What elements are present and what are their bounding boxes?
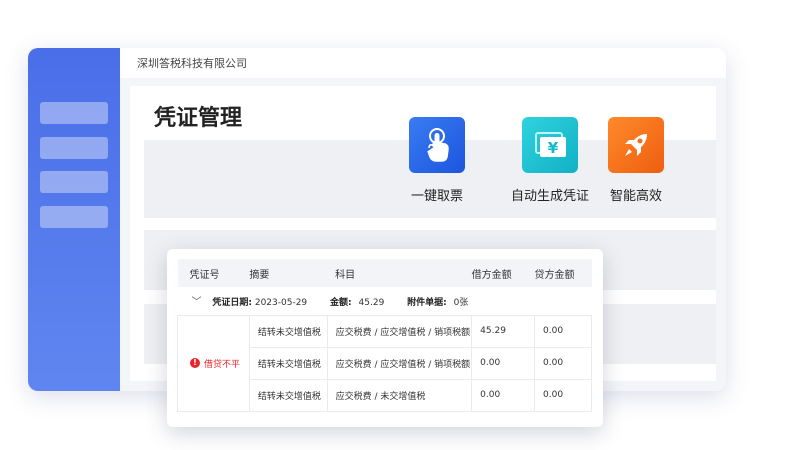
row-credit: 0.00 xyxy=(534,315,592,348)
error-icon: ! xyxy=(190,358,200,368)
voucher-table: 凭证号 摘要 科目 借方金额 贷方金额 ﹀ 凭证日期: 2023-05-29 金… xyxy=(177,259,592,412)
feature-label: 智能高效 xyxy=(609,189,662,204)
amount-value: 45.29 xyxy=(358,298,385,309)
row-credit: 0.00 xyxy=(534,379,592,412)
col-debit: 借方金额 xyxy=(471,269,512,281)
sidebar-item-3[interactable] xyxy=(40,171,108,193)
row-account: 应交税费 / 应交增值税 / 销项税额 xyxy=(327,315,473,348)
sidebar xyxy=(28,48,120,391)
chevron-down-icon[interactable]: ﹀ xyxy=(192,293,204,308)
row-debit: 0.00 xyxy=(471,347,536,380)
attach-label: 附件单据: xyxy=(407,298,447,309)
feature-label: 自动生成凭证 xyxy=(510,189,589,204)
col-account: 科目 xyxy=(335,269,356,281)
row-account: 应交税费 / 应交增值税 / 销项税额 xyxy=(327,347,473,380)
feature-quick-ticket[interactable]: 一键取票 xyxy=(391,117,483,204)
feature-auto-voucher[interactable]: ¥ 自动生成凭证 xyxy=(500,117,600,204)
row-account: 应交税费 / 未交增值税 xyxy=(327,379,473,412)
page-title: 凭证管理 xyxy=(154,106,243,131)
voucher-summary-row: ﹀ 凭证日期: 2023-05-29 金额: 45.29 附件单据: 0张 xyxy=(177,287,592,315)
col-credit: 贷方金额 xyxy=(534,269,575,281)
sidebar-item-4[interactable] xyxy=(40,206,108,228)
sidebar-item-2[interactable] xyxy=(40,137,108,159)
svg-text:¥: ¥ xyxy=(548,139,559,157)
date-value: 2023-05-29 xyxy=(254,298,308,309)
status-cell: ! 借贷不平 xyxy=(177,315,250,412)
tap-hand-icon xyxy=(409,117,465,173)
row-debit: 45.29 xyxy=(471,315,536,348)
table-header: 凭证号 摘要 科目 借方金额 贷方金额 xyxy=(177,259,592,287)
feature-label: 一键取票 xyxy=(410,189,463,204)
row-credit: 0.00 xyxy=(534,347,592,380)
top-bar: 深圳答税科技有限公司 xyxy=(120,48,726,79)
amount-label: 金额: xyxy=(330,298,352,309)
row-summary: 结转未交增值税 xyxy=(249,315,328,348)
col-summary: 摘要 xyxy=(249,269,270,281)
col-voucher-no: 凭证号 xyxy=(189,269,220,281)
company-name: 深圳答税科技有限公司 xyxy=(137,57,247,70)
row-debit: 0.00 xyxy=(471,379,536,412)
table-row: ! 借贷不平 结转未交增值税 应交税费 / 应交增值税 / 销项税额 45.29 … xyxy=(177,315,592,412)
rocket-icon xyxy=(608,117,664,173)
row-summary: 结转未交增值税 xyxy=(249,347,328,380)
voucher-yen-icon: ¥ xyxy=(522,117,578,173)
feature-smart-efficient[interactable]: 智能高效 xyxy=(590,117,682,204)
date-label: 凭证日期: xyxy=(212,298,252,309)
status-badge: 借贷不平 xyxy=(204,359,241,370)
voucher-card: 凭证号 摘要 科目 借方金额 贷方金额 ﹀ 凭证日期: 2023-05-29 金… xyxy=(167,249,603,427)
sidebar-item-1[interactable] xyxy=(40,102,108,124)
attach-value: 0张 xyxy=(453,298,469,309)
row-summary: 结转未交增值税 xyxy=(249,379,328,412)
